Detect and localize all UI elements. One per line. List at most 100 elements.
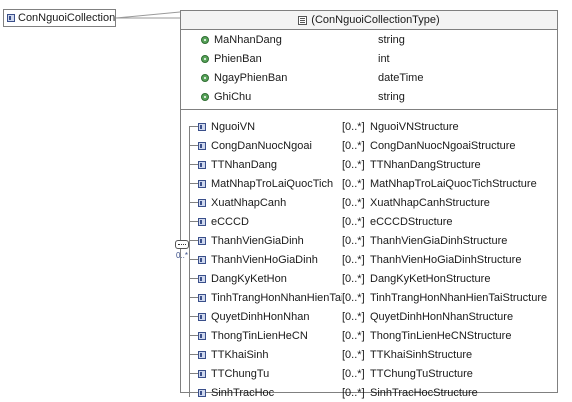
attribute-icon [201,92,209,101]
child-element-cardinality: [0..*] [342,234,365,247]
tree-branch [189,392,198,393]
attribute-row[interactable]: NgayPhienBan dateTime [201,68,541,87]
tree-branch [189,373,198,374]
element-icon [198,160,206,169]
element-icon [198,236,206,245]
element-icon [198,350,206,359]
child-element-row[interactable]: eCCCD [0..*] eCCCDStructure [198,212,558,231]
child-element-name: TTNhanDang [211,158,278,171]
child-element-type: QuyetDinhHonNhanStructure [370,310,514,323]
child-element-type: ThongTinLienHeCNStructure [370,329,512,342]
child-element-row[interactable]: SinhTracHoc [0..*] SinhTracHocStructure [198,383,558,402]
child-element-cardinality: [0..*] [342,272,365,285]
child-element-name: XuatNhapCanh [211,196,287,209]
child-element-row[interactable]: CongDanNuocNgoai [0..*] CongDanNuocNgoai… [198,136,558,155]
tree-branch [189,202,198,203]
tree-branch [189,259,198,260]
sequence-cardinality: 0..* [176,251,189,260]
tree-branch [189,221,198,222]
child-element-name: ThanhVienHoGiaDinh [211,253,318,266]
child-element-name: CongDanNuocNgoai [211,139,312,152]
child-element-name: ThanhVienGiaDinh [211,234,304,247]
tree-branch [189,240,198,241]
child-element-type: CongDanNuocNgoaiStructure [370,139,516,152]
child-element-type: eCCCDStructure [370,215,453,228]
attribute-icon [201,73,209,82]
complex-type-header[interactable]: (ConNguoiCollectionType) [181,11,557,30]
child-element-name: TinhTrangHonNhanHienTai [211,291,342,304]
child-element-type: ThanhVienHoGiaDinhStructure [370,253,522,266]
element-icon [198,141,206,150]
child-element-type: NguoiVNStructure [370,120,459,133]
child-element-cardinality: [0..*] [342,196,365,209]
tree-branch [189,354,198,355]
attributes-divider [181,109,557,110]
child-element-row[interactable]: NguoiVN [0..*] NguoiVNStructure [198,117,558,136]
element-icon [198,331,206,340]
child-element-type: TinhTrangHonNhanHienTaiStructure [370,291,548,304]
attribute-row[interactable]: MaNhanDang string [201,30,541,49]
attribute-icon [201,35,209,44]
child-element-row[interactable]: TTChungTu [0..*] TTChungTuStructure [198,364,558,383]
child-element-name: MatNhapTroLaiQuocTich [211,177,334,190]
child-element-name: SinhTracHoc [211,386,275,399]
child-element-row[interactable]: TinhTrangHonNhanHienTai [0..*] TinhTrang… [198,288,558,307]
child-element-type: ThanhVienGiaDinhStructure [370,234,508,247]
child-element-cardinality: [0..*] [342,253,365,266]
element-icon [198,369,206,378]
element-icon [198,198,206,207]
child-element-cardinality: [0..*] [342,120,365,133]
child-element-row[interactable]: ThanhVienHoGiaDinh [0..*] ThanhVienHoGia… [198,250,558,269]
complex-type-label: (ConNguoiCollectionType) [311,14,440,26]
tree-branch [189,183,198,184]
child-element-cardinality: [0..*] [342,158,365,171]
attribute-type: dateTime [378,71,424,84]
child-element-row[interactable]: DangKyKetHon [0..*] DangKyKetHonStructur… [198,269,558,288]
child-element-name: ThongTinLienHeCN [211,329,308,342]
element-icon [198,255,206,264]
tree-branch [189,316,198,317]
child-element-row[interactable]: MatNhapTroLaiQuocTich [0..*] MatNhapTroL… [198,174,558,193]
child-element-row[interactable]: ThanhVienGiaDinh [0..*] ThanhVienGiaDinh… [198,231,558,250]
tree-branch [189,145,198,146]
tree-branch [189,164,198,165]
child-element-name: NguoiVN [211,120,256,133]
child-element-type: DangKyKetHonStructure [370,272,491,285]
attribute-name: GhiChu [214,90,252,103]
element-icon [198,122,206,131]
child-element-type: SinhTracHocStructure [370,386,478,399]
child-element-type: TTKhaiSinhStructure [370,348,473,361]
attribute-type: string [378,90,405,103]
tree-branch [189,297,198,298]
child-element-name: TTKhaiSinh [211,348,269,361]
tree-branch [189,278,198,279]
child-element-cardinality: [0..*] [342,215,365,228]
attribute-name: NgayPhienBan [214,71,288,84]
child-element-cardinality: [0..*] [342,329,365,342]
child-element-row[interactable]: TTNhanDang [0..*] TTNhanDangStructure [198,155,558,174]
attribute-name: PhienBan [214,52,262,65]
child-element-type: TTChungTuStructure [370,367,473,380]
child-element-row[interactable]: TTKhaiSinh [0..*] TTKhaiSinhStructure [198,345,558,364]
child-element-cardinality: [0..*] [342,386,365,399]
child-element-row[interactable]: ThongTinLienHeCN [0..*] ThongTinLienHeCN… [198,326,558,345]
child-element-row[interactable]: QuyetDinhHonNhan [0..*] QuyetDinhHonNhan… [198,307,558,326]
element-icon [198,312,206,321]
attribute-row[interactable]: PhienBan int [201,49,541,68]
attribute-type: int [378,52,390,65]
element-icon [198,274,206,283]
child-element-cardinality: [0..*] [342,310,365,323]
child-element-cardinality: [0..*] [342,348,365,361]
child-element-cardinality: [0..*] [342,291,365,304]
child-element-cardinality: [0..*] [342,367,365,380]
child-element-name: eCCCD [211,215,249,228]
element-icon [198,388,206,397]
attribute-row[interactable]: GhiChu string [201,87,541,106]
child-element-cardinality: [0..*] [342,177,365,190]
sequence-compositor-icon[interactable] [175,240,189,249]
element-icon [198,217,206,226]
child-element-row[interactable]: XuatNhapCanh [0..*] XuatNhapCanhStructur… [198,193,558,212]
complex-type-box[interactable]: (ConNguoiCollectionType) MaNhanDang stri… [180,10,558,399]
child-element-type: MatNhapTroLaiQuocTichStructure [370,177,537,190]
child-element-type: XuatNhapCanhStructure [370,196,490,209]
